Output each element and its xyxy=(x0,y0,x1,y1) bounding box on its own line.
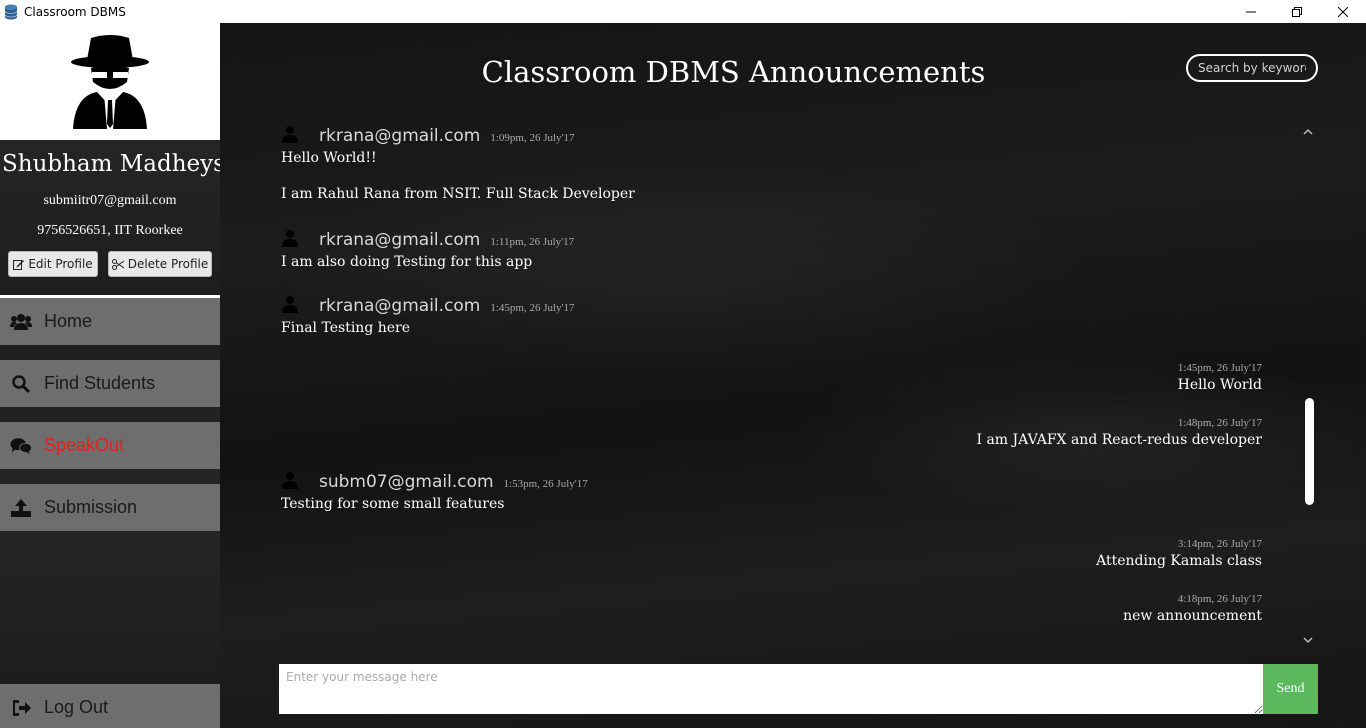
close-icon xyxy=(1338,6,1348,17)
scroll-up-button[interactable] xyxy=(1303,125,1313,139)
scroll-down-button[interactable] xyxy=(1303,633,1313,647)
sidebar-item-speakout[interactable]: SpeakOut xyxy=(0,422,220,469)
message-time: 1:45pm, 26 July'17 xyxy=(1177,362,1262,374)
message-text: Hello World!! xyxy=(281,150,377,166)
message-item: rkrana@gmail.com 1:45pm, 26 July'17 Fina… xyxy=(281,293,575,336)
message-item: rkrana@gmail.com 1:11pm, 26 July'17 I am… xyxy=(281,227,574,270)
message-text: I am JAVAFX and React-redus developer xyxy=(976,432,1262,448)
sidebar-item-submission[interactable]: Submission xyxy=(0,484,220,531)
minimize-icon xyxy=(1246,11,1256,12)
sidebar-item-label: Submission xyxy=(44,497,138,517)
own-message-item: 1:48pm, 26 July'17 I am JAVAFX and React… xyxy=(976,417,1262,448)
message-time: 1:48pm, 26 July'17 xyxy=(1177,417,1262,429)
user-icon xyxy=(282,230,298,247)
database-icon xyxy=(4,4,18,19)
profile-phone-college: 9756526651, IIT Roorkee xyxy=(37,223,183,238)
sidebar-item-home[interactable]: Home xyxy=(0,298,220,345)
users-icon xyxy=(10,311,32,333)
sidebar-item-label: Home xyxy=(44,311,93,331)
own-message-item: 3:14pm, 26 July'17 Attending Kamals clas… xyxy=(1096,538,1262,569)
page-title: Classroom DBMS Announcements xyxy=(481,55,986,89)
delete-profile-button[interactable]: Delete Profile xyxy=(108,251,212,277)
announcements-panel: Classroom DBMS Announcements rkrana@gmai… xyxy=(220,23,1366,728)
sidebar-item-label: Log Out xyxy=(44,697,109,717)
message-author: rkrana@gmail.com xyxy=(319,230,481,250)
message-text: Attending Kamals class xyxy=(1096,553,1262,569)
delete-profile-label: Delete Profile xyxy=(127,257,209,271)
message-time: 1:53pm, 26 July'17 xyxy=(503,478,588,490)
message-time: 1:45pm, 26 July'17 xyxy=(490,302,575,314)
message-text: Testing for some small features xyxy=(281,496,505,512)
message-item: rkrana@gmail.com 1:09pm, 26 July'17 Hell… xyxy=(281,123,635,202)
message-text: new announcement xyxy=(1123,608,1262,624)
edit-profile-label: Edit Profile xyxy=(28,257,93,271)
send-button[interactable]: Send xyxy=(1263,664,1318,714)
message-text: I am also doing Testing for this app xyxy=(281,254,533,270)
sidebar-item-logout[interactable]: Log Out xyxy=(0,684,220,728)
message-time: 4:18pm, 26 July'17 xyxy=(1177,593,1262,605)
message-text: Hello World xyxy=(1177,377,1262,393)
chevron-up-icon xyxy=(1303,128,1313,135)
spy-avatar-icon xyxy=(71,35,149,129)
message-time: 1:11pm, 26 July'17 xyxy=(490,236,575,248)
message-author: rkrana@gmail.com xyxy=(319,296,481,316)
message-input[interactable] xyxy=(279,664,1263,714)
message-text: Final Testing here xyxy=(281,320,411,336)
message-author: subm07@gmail.com xyxy=(319,472,494,492)
sidebar-item-label: Find Students xyxy=(44,373,156,393)
minimize-button[interactable] xyxy=(1228,0,1274,23)
edit-icon xyxy=(13,259,25,270)
restore-icon xyxy=(1292,6,1302,17)
restore-button[interactable] xyxy=(1274,0,1320,23)
user-icon xyxy=(282,296,298,313)
sidebar: Shubham Madheys... submiitr07@gmail.com … xyxy=(0,23,220,728)
upload-icon xyxy=(10,497,32,519)
window-titlebar: Classroom DBMS xyxy=(0,0,1366,23)
user-icon xyxy=(282,472,298,489)
own-message-item: 1:45pm, 26 July'17 Hello World xyxy=(1178,362,1262,393)
edit-profile-button[interactable]: Edit Profile xyxy=(8,251,98,277)
scissors-icon xyxy=(111,258,124,270)
user-icon xyxy=(282,126,298,143)
sidebar-item-label: SpeakOut xyxy=(44,435,125,455)
message-time: 1:09pm, 26 July'17 xyxy=(490,132,575,144)
avatar xyxy=(0,23,220,140)
search-input[interactable] xyxy=(1186,54,1318,82)
scrollbar-thumb[interactable] xyxy=(1305,398,1314,505)
search-icon xyxy=(10,373,32,395)
own-message-item: 4:18pm, 26 July'17 new announcement xyxy=(1123,593,1262,624)
chevron-down-icon xyxy=(1303,637,1313,644)
message-item: subm07@gmail.com 1:53pm, 26 July'17 Test… xyxy=(281,469,588,512)
close-button[interactable] xyxy=(1320,0,1366,23)
profile-email: submiitr07@gmail.com xyxy=(43,193,177,208)
chat-icon xyxy=(10,435,32,457)
logout-icon xyxy=(10,697,32,719)
message-time: 3:14pm, 26 July'17 xyxy=(1177,538,1262,550)
window-title: Classroom DBMS xyxy=(24,4,126,19)
message-text: I am Rahul Rana from NSIT. Full Stack De… xyxy=(281,186,635,202)
message-author: rkrana@gmail.com xyxy=(319,126,481,146)
profile-name: Shubham Madheys... xyxy=(2,151,220,177)
sidebar-item-find-students[interactable]: Find Students xyxy=(0,360,220,407)
